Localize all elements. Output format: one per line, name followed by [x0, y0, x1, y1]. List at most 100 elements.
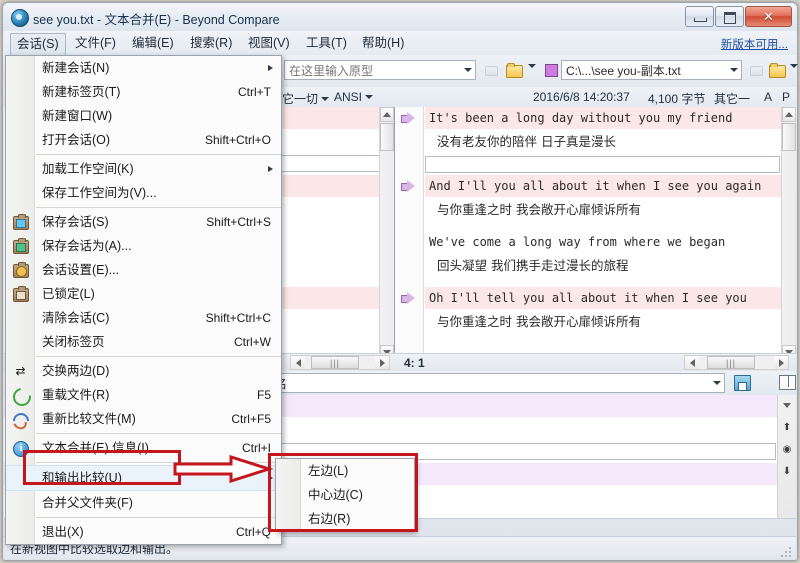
output-name-value[interactable]: 名	[271, 375, 709, 392]
menu-item-text-merge-info[interactable]: i 文本合并(E) 信息(I) Ctrl+I	[6, 436, 281, 460]
caret-right-icon	[779, 359, 784, 367]
resize-grip-icon[interactable]	[781, 545, 793, 557]
menu-item-label: 加载工作空间(K)	[42, 162, 134, 176]
menu-item-new-tab[interactable]: 新建标签页(T) Ctrl+T	[6, 80, 281, 104]
menu-tools[interactable]: 工具(T)	[300, 34, 353, 52]
menu-search[interactable]: 搜索(R)	[184, 34, 238, 52]
menu-item-reload-files[interactable]: 重载文件(R) F5	[6, 383, 281, 407]
toggle-panes-icon[interactable]	[779, 375, 796, 390]
center-browse-dropdown-arrow[interactable]	[528, 68, 536, 82]
menu-session[interactable]: 会话(S)	[10, 33, 66, 55]
window-controls: ✕	[685, 6, 792, 27]
right-text-line: 没有老友你的陪伴 日子真是漫长	[425, 131, 782, 153]
left-hscroll-thumb[interactable]: |||	[311, 356, 359, 369]
submenu-item-center-side[interactable]: 中心边(C)	[276, 483, 414, 507]
menu-item-merge-parent-folders[interactable]: 合并父文件夹(F)	[6, 491, 281, 515]
new-version-link[interactable]: 新版本可用...	[721, 36, 788, 52]
menu-separator	[36, 517, 281, 518]
right-hscroll-thumb[interactable]: |||	[707, 356, 755, 369]
left-scroll-up-button[interactable]	[380, 107, 394, 122]
menu-item-clear-session[interactable]: 清除会话(C) Shift+Ctrl+C	[6, 306, 281, 330]
menu-item-save-session-as[interactable]: 保存会话为(A)...	[6, 234, 281, 258]
left-hscroll-left-button[interactable]	[291, 356, 305, 369]
merge-arrow-icon[interactable]	[401, 180, 415, 192]
menu-help[interactable]: 帮助(H)	[356, 34, 410, 52]
menu-item-new-window[interactable]: 新建窗口(W)	[6, 104, 281, 128]
right-text-line: 与你重逢之时 我会敞开心扉倾诉所有	[425, 311, 782, 333]
right-path-combo[interactable]: C:\...\see you-副本.txt	[561, 60, 742, 80]
save-output-icon[interactable]	[734, 375, 751, 391]
right-hscroll-right-button[interactable]	[774, 356, 788, 369]
menu-edit[interactable]: 编辑(E)	[126, 34, 180, 52]
center-path-combo[interactable]: 在这里输入原型	[284, 60, 476, 80]
rail-center-icon[interactable]: ◉	[780, 442, 794, 456]
rail-top-icon[interactable]: ⬆	[780, 420, 794, 434]
menu-item-locked[interactable]: 已锁定(L)	[6, 282, 281, 306]
right-horizontal-scrollbar[interactable]: |||	[684, 355, 789, 370]
right-history-icon[interactable]	[749, 63, 763, 76]
left-scroll-thumb[interactable]	[380, 123, 394, 151]
session-settings-icon	[12, 262, 28, 278]
right-hscroll-left-button[interactable]	[685, 356, 699, 369]
center-path-value[interactable]: 在这里输入原型	[285, 62, 460, 79]
merge-arrow-icon[interactable]	[401, 292, 415, 304]
menu-item-label: 打开会话(O)	[42, 133, 110, 147]
output-merge-rail[interactable]: ⬆ ◉ ⬇	[777, 395, 796, 518]
menu-item-label: 会话设置(E)...	[42, 263, 119, 277]
minimize-button[interactable]	[685, 6, 714, 27]
menu-item-new-session[interactable]: 新建会话(N)	[6, 56, 281, 80]
right-timestamp: 2016/6/8 14:20:37	[533, 90, 630, 104]
caret-up-icon	[785, 112, 793, 117]
session-menu-dropdown[interactable]: 新建会话(N) 新建标签页(T) Ctrl+T 新建窗口(W) 打开会话(O) …	[5, 55, 282, 545]
caret-right-icon	[380, 359, 385, 367]
right-path-value[interactable]: C:\...\see you-副本.txt	[562, 62, 726, 79]
menu-item-open-session[interactable]: 打开会话(O) Shift+Ctrl+O	[6, 128, 281, 152]
right-browse-dropdown-arrow[interactable]	[790, 68, 798, 82]
left-horizontal-scrollbar[interactable]: |||	[290, 355, 390, 370]
menu-file[interactable]: 文件(F)	[69, 34, 122, 52]
menu-item-save-workspace-as[interactable]: 保存工作空间为(V)...	[6, 181, 281, 205]
menu-item-exit[interactable]: 退出(X) Ctrl+Q	[6, 520, 281, 544]
compare-to-output-submenu[interactable]: 左边(L) 中心边(C) 右边(R)	[275, 458, 415, 532]
menu-item-close-tab[interactable]: 关闭标签页 Ctrl+W	[6, 330, 281, 354]
center-browse-folder-icon[interactable]	[505, 62, 522, 77]
menu-item-save-session[interactable]: 保存会话(S) Shift+Ctrl+S	[6, 210, 281, 234]
center-history-icon[interactable]	[484, 63, 498, 76]
right-path-dropdown-arrow[interactable]	[726, 61, 741, 79]
menu-item-label: 合并父文件夹(F)	[42, 496, 133, 510]
right-compare-pane[interactable]: It's been a long day without you my frie…	[395, 107, 796, 360]
left-vertical-scrollbar[interactable]	[379, 107, 394, 360]
center-path-dropdown-arrow[interactable]	[460, 61, 475, 79]
right-browse-folder-icon[interactable]	[768, 62, 785, 77]
menu-view[interactable]: 视图(V)	[242, 34, 296, 52]
maximize-button[interactable]	[715, 6, 744, 27]
caret-left-icon	[296, 359, 301, 367]
menu-item-recompare-files[interactable]: 重新比较文件(M) Ctrl+F5	[6, 407, 281, 431]
submenu-item-left-side[interactable]: 左边(L)	[276, 459, 414, 483]
menu-item-compare-to-output[interactable]: 和输出比较(U)	[6, 465, 281, 491]
submenu-item-right-side[interactable]: 右边(R)	[276, 507, 414, 531]
output-name-combo[interactable]: 名	[270, 373, 725, 393]
save-session-icon	[12, 214, 28, 230]
menu-item-session-settings[interactable]: 会话设置(E)...	[6, 258, 281, 282]
app-logo-icon	[11, 9, 29, 27]
right-scroll-up-button[interactable]	[782, 107, 796, 122]
right-scroll-thumb[interactable]	[782, 123, 796, 151]
menu-item-accel: Ctrl+I	[242, 436, 271, 460]
rail-next-diff-icon[interactable]	[780, 398, 794, 412]
menu-item-label: 已锁定(L)	[42, 287, 95, 301]
left-encoding-dropdown[interactable]: ANSI	[334, 90, 373, 104]
output-name-dropdown-arrow[interactable]	[709, 374, 724, 392]
right-vertical-scrollbar[interactable]	[781, 107, 796, 360]
left-hscroll-right-button[interactable]	[375, 356, 389, 369]
chevron-down-icon	[790, 64, 798, 82]
menu-item-swap-sides[interactable]: ⇄ 交换两边(D)	[6, 359, 281, 383]
merge-arrow-icon[interactable]	[401, 112, 415, 124]
right-text-line: Oh I'll tell you all about it when I see…	[425, 287, 782, 309]
menu-item-load-workspace[interactable]: 加载工作空间(K)	[6, 157, 281, 181]
rail-bottom-icon[interactable]: ⬇	[780, 464, 794, 478]
menu-item-label: 新建窗口(W)	[42, 109, 112, 123]
close-button[interactable]: ✕	[745, 6, 792, 27]
menu-item-label: 新建标签页(T)	[42, 85, 120, 99]
chevron-down-icon	[730, 68, 738, 72]
